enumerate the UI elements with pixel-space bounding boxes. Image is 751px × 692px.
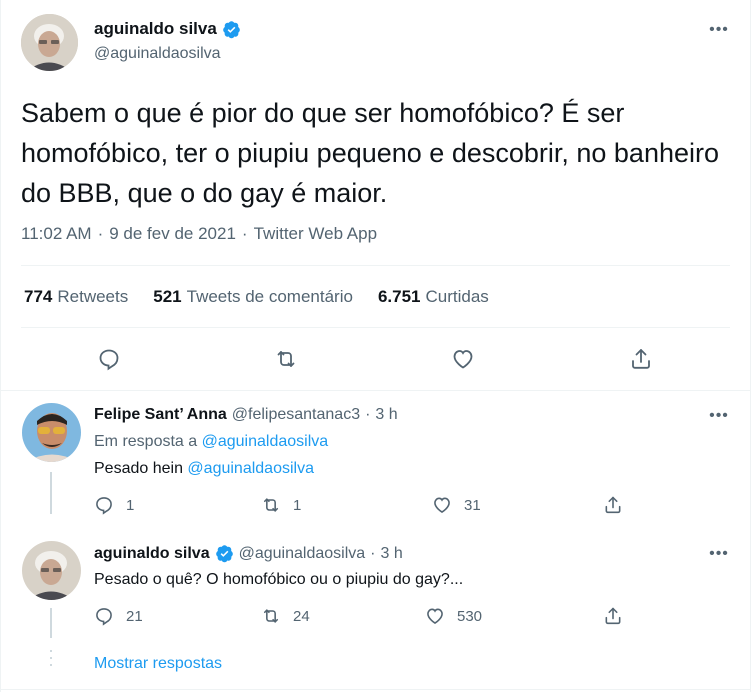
author-row[interactable]: aguinaldo silva	[94, 19, 241, 39]
retweets-count: 774	[24, 287, 53, 306]
tweet-date[interactable]: 9 de fev de 2021	[109, 224, 236, 244]
reply-icon[interactable]	[93, 343, 125, 375]
reply-count: 21	[126, 607, 143, 625]
reply-to-mention[interactable]: @aguinaldaosilva	[202, 433, 329, 450]
meta-separator: ·	[370, 544, 376, 562]
avatar[interactable]	[22, 403, 81, 462]
likes-count: 6.751	[377, 287, 421, 306]
share-button[interactable]	[603, 606, 623, 626]
meta-separator: ·	[365, 406, 371, 423]
reply-prefix: Em resposta a	[94, 433, 198, 450]
author-name[interactable]: aguinaldo silva	[94, 19, 217, 39]
tweet-action-bar	[1, 343, 751, 375]
reply-icon	[96, 608, 112, 626]
tweet-meta: 11:02 AM · 9 de fev de 2021 · Twitter We…	[21, 224, 377, 244]
divider	[1, 689, 750, 690]
retweet-icon	[263, 498, 279, 512]
retweet-button[interactable]: 24	[261, 606, 310, 626]
avatar[interactable]	[21, 14, 78, 71]
like-count: 31	[464, 496, 481, 514]
share-icon	[605, 496, 621, 514]
meta-separator: ·	[241, 224, 248, 243]
verified-badge-icon	[215, 545, 233, 563]
reply-button[interactable]: 21	[94, 606, 143, 626]
more-icon[interactable]: •••	[704, 20, 734, 40]
reply-author-name[interactable]: aguinaldo silva	[94, 545, 210, 563]
retweet-icon	[263, 609, 279, 623]
likes-label: Curtidas	[425, 287, 489, 306]
like-count: 530	[457, 607, 483, 625]
reply-author-handle[interactable]: @aguinaldaosilva	[239, 545, 366, 563]
author-handle[interactable]: @aguinaldaosilva	[94, 45, 221, 63]
divider	[21, 327, 730, 328]
reply-author-handle[interactable]: @felipesantanac3	[232, 406, 360, 424]
retweets-label: Retweets	[57, 287, 129, 306]
like-icon[interactable]	[447, 343, 479, 375]
reply-context: Em resposta a @aguinaldaosilva	[94, 433, 328, 451]
verified-badge-icon	[223, 20, 240, 38]
reply-action-bar: 1 1 31	[94, 495, 654, 519]
retweets-stat[interactable]: 774 Retweets	[24, 287, 128, 307]
more-icon[interactable]: •••	[704, 544, 734, 564]
reply-time[interactable]: 3 h	[380, 545, 402, 563]
retweet-count: 1	[293, 496, 302, 514]
tweet-stats: 774 Retweets 521 Tweets de comentário 6.…	[24, 287, 514, 307]
quotes-stat[interactable]: 521 Tweets de comentário	[153, 287, 353, 307]
likes-stat[interactable]: 6.751 Curtidas	[378, 287, 489, 307]
like-icon	[427, 608, 443, 625]
reply-body: Pesado hein	[94, 460, 183, 477]
tweet-time[interactable]: 11:02 AM	[21, 224, 92, 244]
more-icon[interactable]: •••	[704, 406, 734, 426]
tweet-source-app[interactable]: Twitter Web App	[254, 224, 377, 244]
reply-text: Pesado o quê? O homofóbico ou o piupiu d…	[94, 571, 464, 588]
quotes-count: 521	[153, 287, 182, 306]
tweet-text: Sabem o que é pior do que ser homofóbico…	[21, 98, 719, 208]
divider	[21, 265, 730, 266]
like-icon	[434, 497, 450, 514]
reply-time[interactable]: 3 h	[375, 406, 397, 424]
share-icon[interactable]	[625, 343, 657, 375]
like-button[interactable]: 31	[432, 495, 481, 515]
reply-action-bar: 21 24 530	[94, 606, 654, 630]
share-button[interactable]	[603, 495, 623, 515]
reply-header: Felipe Sant’ Anna @felipesantanac3 · 3 h	[94, 406, 398, 424]
reply-count: 1	[126, 496, 135, 514]
thread-connector	[50, 472, 52, 514]
like-button[interactable]: 530	[425, 606, 482, 626]
reply-author-name[interactable]: Felipe Sant’ Anna	[94, 406, 227, 424]
quotes-label: Tweets de comentário	[186, 287, 353, 306]
avatar[interactable]	[22, 541, 81, 600]
tweet-page: aguinaldo silva @aguinaldaosilva ••• Sab…	[0, 0, 751, 692]
retweet-button[interactable]: 1	[261, 495, 301, 515]
reply-icon	[96, 497, 112, 515]
meta-separator: ·	[97, 224, 104, 243]
retweet-icon[interactable]	[270, 343, 302, 375]
retweet-count: 24	[293, 607, 310, 625]
show-replies-link[interactable]: Mostrar respostas	[94, 655, 222, 673]
divider	[1, 390, 750, 391]
reply-button[interactable]: 1	[94, 495, 134, 515]
reply-mention[interactable]: @aguinaldaosilva	[187, 460, 314, 477]
thread-connector	[50, 608, 52, 638]
share-icon	[605, 607, 621, 625]
thread-dots	[50, 650, 52, 671]
reply-text: Pesado hein @aguinaldaosilva	[94, 460, 314, 478]
reply-header: aguinaldo silva @aguinaldaosilva · 3 h	[94, 544, 403, 563]
